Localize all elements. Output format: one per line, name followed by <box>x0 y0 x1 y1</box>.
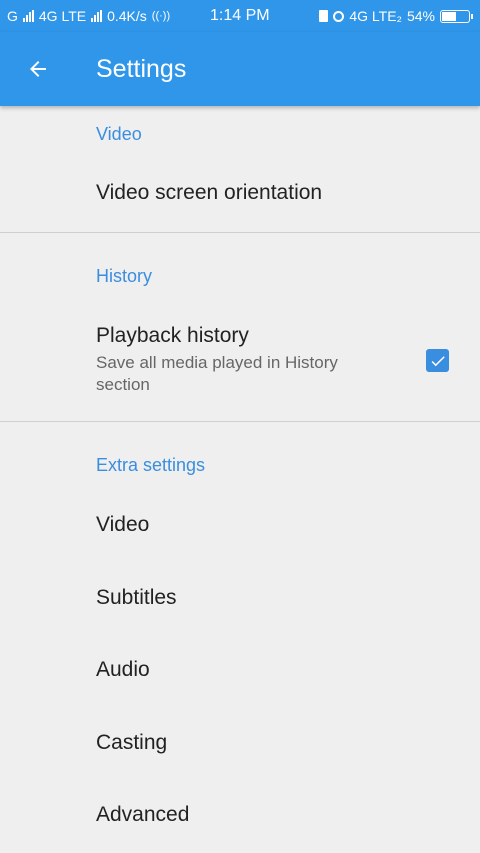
network-type-label: G <box>7 8 18 24</box>
setting-item-title: Video <box>96 513 150 536</box>
section-header-extra-settings: Extra settings <box>96 455 206 475</box>
setting-item-video[interactable]: Video <box>0 498 480 554</box>
hotspot-icon: ((·)) <box>151 10 171 22</box>
playback-history-checkbox[interactable] <box>426 349 449 372</box>
divider <box>0 232 480 233</box>
section-header-history: History <box>96 266 153 286</box>
setting-item-video-orientation[interactable]: Video screen orientation <box>0 166 480 216</box>
signal-icon <box>22 10 34 22</box>
battery-fill <box>442 11 456 21</box>
setting-item-subtitle: Save all media played in History section <box>96 353 338 394</box>
status-left: G 4G LTE 0.4K/s ((·)) <box>7 0 170 32</box>
app-bar: Settings <box>0 32 480 106</box>
back-button[interactable] <box>20 51 56 87</box>
setting-item-subtitles[interactable]: Subtitles <box>0 571 480 627</box>
battery-icon <box>440 9 473 23</box>
setting-item-title: Subtitles <box>96 586 177 609</box>
alarm-icon <box>333 10 345 22</box>
setting-item-title: Playback history <box>96 324 249 347</box>
clock: 1:14 PM <box>210 7 270 24</box>
setting-item-audio[interactable]: Audio <box>0 643 480 699</box>
setting-item-title: Advanced <box>96 803 190 826</box>
network-speed-label: 0.4K/s <box>107 8 147 24</box>
network-lte-label: 4G LTE <box>38 8 87 24</box>
battery-percent-label: 54% <box>406 8 435 24</box>
page-title: Settings <box>96 55 187 83</box>
signal-icon <box>91 10 103 22</box>
section-header-video: Video <box>96 124 142 144</box>
setting-item-playback-history[interactable]: Playback history Save all media played i… <box>0 311 480 406</box>
setting-item-casting[interactable]: Casting <box>0 716 480 772</box>
status-right: 4G LTE₂ 54% <box>319 0 473 32</box>
setting-item-advanced[interactable]: Advanced <box>0 788 480 844</box>
setting-item-title: Casting <box>96 731 168 754</box>
checkmark-icon <box>431 355 445 366</box>
setting-item-title: Audio <box>96 658 150 681</box>
battery-saver-icon <box>319 10 329 22</box>
status-bar: G 4G LTE 0.4K/s ((·)) 1:14 PM 4G LTE₂ 54… <box>0 0 480 32</box>
setting-item-title: Video screen orientation <box>96 181 323 204</box>
arrow-left-icon <box>30 61 46 77</box>
network-lte2-label: 4G LTE₂ <box>349 8 402 24</box>
divider <box>0 421 480 422</box>
